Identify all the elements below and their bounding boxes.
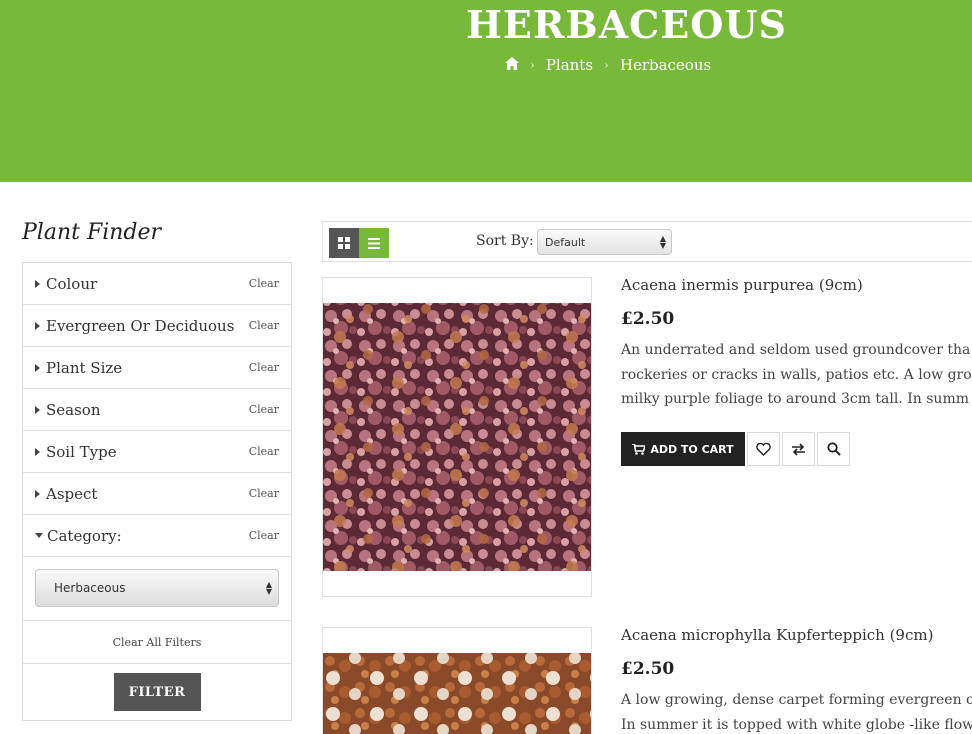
breadcrumb-home[interactable] <box>505 56 519 74</box>
heart-icon <box>756 442 771 456</box>
breadcrumb-plants[interactable]: Plants <box>546 56 593 74</box>
description-line: rockeries or cracks in walls, patios etc… <box>621 366 972 383</box>
clear-link[interactable]: Clear <box>249 529 279 542</box>
select-arrows-icon: ▲ ▼ <box>659 234 666 250</box>
clear-link[interactable]: Clear <box>249 487 279 500</box>
list-icon <box>368 237 380 249</box>
sort-select-value: Default <box>545 235 586 249</box>
chevron-right-icon: › <box>530 58 535 72</box>
compare-button[interactable] <box>782 432 815 466</box>
cart-icon <box>632 443 646 455</box>
caret-right-icon <box>35 321 40 330</box>
caret-right-icon <box>35 489 40 498</box>
filter-aspect[interactable]: Aspect Clear <box>23 473 291 515</box>
add-to-cart-label: ADD TO CART <box>650 442 734 456</box>
plant-finder-title: Plant Finder <box>22 220 162 245</box>
page-header: HERBACEOUS › Plants › Herbaceous <box>0 0 972 182</box>
select-arrows-icon: ▲ ▼ <box>265 580 272 596</box>
listing-toolbar: Sort By: Default ▲ ▼ <box>322 221 972 262</box>
product-name[interactable]: Acaena microphylla Kupferteppich (9cm) <box>621 626 933 644</box>
filter-label: Aspect <box>46 484 98 503</box>
filter-label: Evergreen Or Deciduous <box>46 316 235 335</box>
caret-down-icon <box>35 533 43 538</box>
filter-season[interactable]: Season Clear <box>23 389 291 431</box>
filter-plant-size[interactable]: Plant Size Clear <box>23 347 291 389</box>
category-select-value: Herbaceous <box>54 581 126 595</box>
category-select[interactable]: Herbaceous ▲ ▼ <box>35 569 279 607</box>
description-line: milky purple foliage to around 3cm tall.… <box>621 391 969 407</box>
clear-link[interactable]: Clear <box>249 445 279 458</box>
filter-label: Colour <box>46 274 98 293</box>
grid-icon <box>338 237 350 249</box>
description-line: A low growing, dense carpet forming ever… <box>621 692 972 708</box>
clear-link[interactable]: Clear <box>249 277 279 290</box>
product-name[interactable]: Acaena inermis purpurea (9cm) <box>621 276 863 294</box>
chevron-right-icon: › <box>604 58 609 72</box>
description-line: In summer it is topped with white globe … <box>621 716 972 733</box>
product-actions: ADD TO CART <box>621 432 850 466</box>
list-view-button[interactable] <box>359 228 389 258</box>
quick-view-button[interactable] <box>817 432 850 466</box>
product-description: An underrated and seldom used groundcove… <box>621 338 972 412</box>
product-photo-acaena-inermis-purpurea <box>323 303 591 571</box>
grid-view-button[interactable] <box>329 228 359 258</box>
home-icon <box>505 57 519 70</box>
filter-panel: Colour Clear Evergreen Or Deciduous Clea… <box>22 262 292 721</box>
filter-label: Category: <box>47 526 122 545</box>
caret-right-icon <box>35 405 40 414</box>
page-title: HERBACEOUS <box>466 2 787 47</box>
filter-label: Plant Size <box>46 358 123 377</box>
product-price: £2.50 <box>621 309 675 329</box>
product-description: A low growing, dense carpet forming ever… <box>621 688 972 734</box>
description-line: An underrated and seldom used groundcove… <box>621 342 971 358</box>
filter-category[interactable]: Category: Clear <box>23 515 291 557</box>
clear-link[interactable]: Clear <box>249 361 279 374</box>
filter-evergreen-or-deciduous[interactable]: Evergreen Or Deciduous Clear <box>23 305 291 347</box>
product-price: £2.50 <box>621 659 675 679</box>
filter-button[interactable]: FILTER <box>113 673 201 711</box>
caret-right-icon <box>35 447 40 456</box>
clear-link[interactable]: Clear <box>249 403 279 416</box>
caret-right-icon <box>35 363 40 372</box>
breadcrumb-herbaceous[interactable]: Herbaceous <box>620 56 711 74</box>
wishlist-button[interactable] <box>747 432 780 466</box>
product-photo-acaena-microphylla-kupferteppich <box>323 653 591 734</box>
filter-colour[interactable]: Colour Clear <box>23 263 291 305</box>
sort-label: Sort By: <box>476 233 534 249</box>
product-image[interactable] <box>322 277 592 597</box>
filter-label: Soil Type <box>46 442 117 461</box>
add-to-cart-button[interactable]: ADD TO CART <box>621 432 745 466</box>
category-select-row: Herbaceous ▲ ▼ <box>23 557 291 621</box>
breadcrumb: › Plants › Herbaceous <box>505 56 711 74</box>
sort-select[interactable]: Default ▲ ▼ <box>537 229 672 255</box>
filter-label: Season <box>46 400 101 419</box>
search-icon <box>826 442 841 456</box>
filter-soil-type[interactable]: Soil Type Clear <box>23 431 291 473</box>
product-image[interactable] <box>322 627 592 734</box>
clear-link[interactable]: Clear <box>249 319 279 332</box>
clear-all-filters-link[interactable]: Clear All Filters <box>23 621 291 664</box>
caret-right-icon <box>35 279 40 288</box>
compare-icon <box>792 442 805 456</box>
